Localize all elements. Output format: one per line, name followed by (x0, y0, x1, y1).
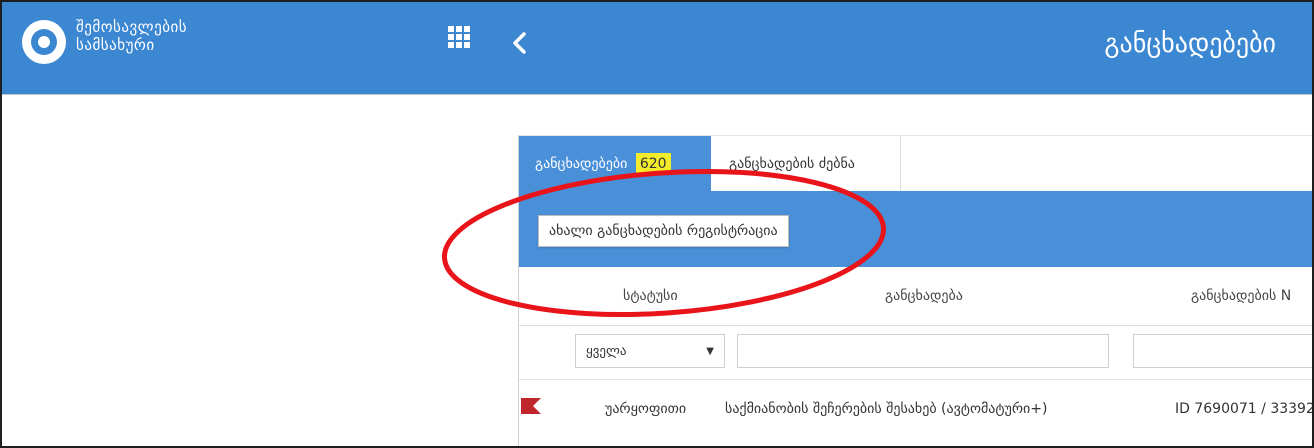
column-header-application-number[interactable]: განცხადების N (1191, 267, 1291, 325)
screenshot-frame: შემოსავლების სამსახური განცხადებები განც… (0, 0, 1314, 448)
register-new-application-button[interactable]: ახალი განცხადების რეგისტრაცია (538, 215, 789, 247)
dropdown-arrow-icon: ▼ (706, 346, 714, 357)
logo-icon (22, 20, 66, 64)
tab-application-search-label: განცხადების ძებნა (729, 156, 855, 172)
applications-panel: განცხადებები 620 განცხადების ძებნა ახალი… (518, 135, 1314, 446)
tab-application-search[interactable]: განცხადების ძებნა (711, 136, 901, 192)
application-filter-input[interactable] (737, 334, 1109, 368)
filter-row: ყველა ▼ (519, 326, 1312, 378)
applications-count-badge: 620 (635, 153, 671, 175)
page-title: განცხადებები (1104, 29, 1276, 59)
application-number-filter-input[interactable] (1133, 334, 1312, 368)
tab-applications-label: განცხადებები (535, 156, 628, 172)
status-filter-select[interactable]: ყველა ▼ (575, 334, 725, 368)
tabs-row: განცხადებები 620 განცხადების ძებნა (519, 135, 1312, 192)
row-status: უარყოფითი (605, 401, 687, 417)
table-header: სტატუსი განცხადება განცხადების N (519, 267, 1312, 326)
column-header-application[interactable]: განცხადება (885, 267, 963, 325)
status-filter-value: ყველა (586, 344, 627, 359)
brand-name: შემოსავლების სამსახური (76, 18, 187, 54)
flag-icon (521, 398, 541, 414)
tab-applications[interactable]: განცხადებები 620 (519, 136, 711, 192)
header-divider (2, 94, 1312, 95)
apps-grid-icon[interactable] (448, 26, 470, 48)
top-bar: შემოსავლების სამსახური განცხადებები (2, 2, 1312, 94)
row-application: საქმიანობის შეჩერების შესახებ (ავტომატურ… (725, 401, 1048, 417)
brand-line-2: სამსახური (76, 36, 155, 54)
column-header-status[interactable]: სტატუსი (623, 267, 678, 325)
brand-line-1: შემოსავლების (76, 18, 188, 36)
chevron-left-icon[interactable] (508, 28, 532, 58)
row-application-number: ID 7690071 / 33392 (1175, 401, 1314, 417)
table-row[interactable]: უარყოფითი საქმიანობის შეჩერების შესახებ … (519, 379, 1314, 442)
action-bar: ახალი განცხადების რეგისტრაცია (519, 191, 1312, 267)
